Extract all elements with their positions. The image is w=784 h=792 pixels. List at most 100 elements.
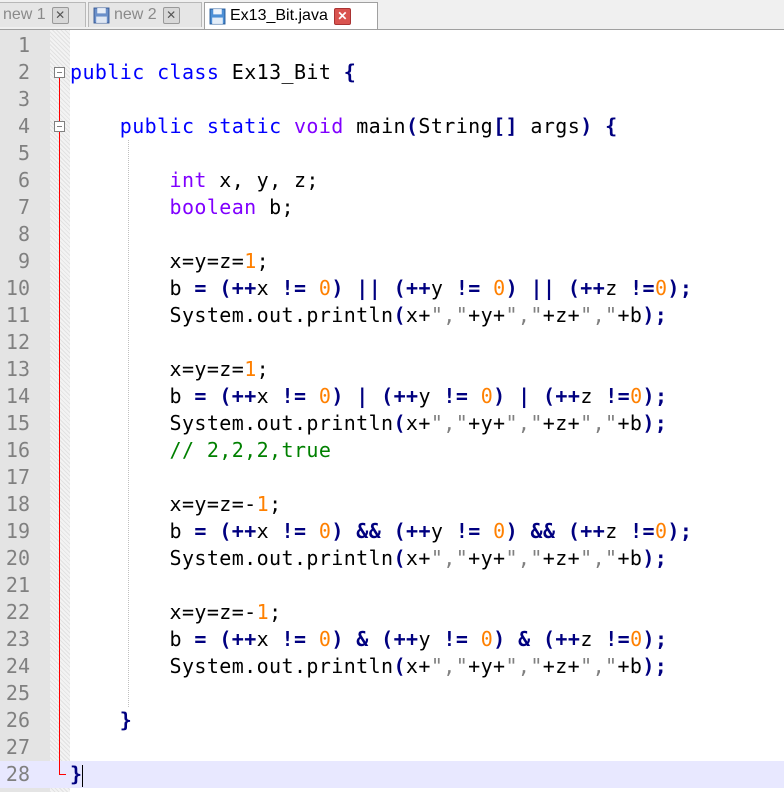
code-token: public (119, 114, 195, 138)
code-line[interactable]: 16 // 2,2,2,true (0, 437, 784, 464)
code-text: } (70, 761, 84, 788)
code-token: = (194, 627, 207, 651)
code-token: 0 (493, 519, 506, 543)
code-token: y (430, 276, 456, 300)
code-line[interactable]: 7 boolean b; (0, 194, 784, 221)
code-token: ) (493, 384, 506, 408)
code-token: +b (617, 411, 643, 435)
tab-label: new 2 (114, 6, 157, 23)
code-line[interactable]: 27 (0, 734, 784, 761)
code-line[interactable]: 11 System.out.println(x+","+y+","+z+","+… (0, 302, 784, 329)
code-line[interactable]: 6 int x, y, z; (0, 167, 784, 194)
code-token: "," (430, 411, 469, 435)
code-token: ) (493, 627, 506, 651)
code-line[interactable]: 2 public class Ex13_Bit { (0, 59, 784, 86)
line-number: 2 (17, 60, 30, 84)
line-number: 25 (5, 681, 30, 705)
code-token: y (430, 519, 456, 543)
code-token: != (455, 276, 481, 300)
code-token: 0 (480, 627, 494, 651)
code-line[interactable]: 18 x=y=z=-1; (0, 491, 784, 518)
code-line[interactable]: 21 (0, 572, 784, 599)
code-token: != (443, 627, 469, 651)
code-line[interactable]: 14 b = (++x != 0) | (++y != 0) | (++z !=… (0, 383, 784, 410)
code-token: = (194, 276, 207, 300)
close-icon[interactable]: ✕ (51, 6, 69, 24)
code-line[interactable]: 12 (0, 329, 784, 356)
tab-bar: new 1 ✕ new 2 ✕ Ex13_Bit.java ✕ (0, 0, 784, 30)
code-token: +y+ (468, 654, 506, 678)
line-number: 15 (5, 411, 30, 435)
code-token: b; (256, 195, 294, 219)
code-text: x=y=z=-1; (70, 599, 282, 626)
code-line[interactable]: 20 System.out.println(x+","+y+","+z+","+… (0, 545, 784, 572)
code-text: b = (++x != 0) & (++y != 0) & (++z !=0); (70, 626, 668, 653)
code-line[interactable]: 5 (0, 140, 784, 167)
code-text: System.out.println(x+","+y+","+z+","+b); (70, 410, 667, 437)
code-token: 0 (630, 384, 643, 408)
code-token: class (157, 60, 220, 84)
code-line[interactable]: 1 (0, 32, 784, 59)
tab-new-1[interactable]: new 1 ✕ (0, 2, 86, 27)
code-line[interactable]: 10 b = (++x != 0) || (++y != 0) || (++z … (0, 275, 784, 302)
code-line[interactable]: 4 public static void main(String[] args)… (0, 113, 784, 140)
code-line[interactable]: 19 b = (++x != 0) && (++y != 0) && (++z … (0, 518, 784, 545)
tab-label: new 1 (3, 6, 46, 23)
code-line[interactable]: 22 x=y=z=-1; (0, 599, 784, 626)
code-token: 1 (244, 249, 257, 273)
code-token: ; (256, 249, 270, 273)
code-line[interactable]: 25 (0, 680, 784, 707)
code-token: b (70, 276, 195, 300)
code-token: ); (667, 276, 693, 300)
line-number: 3 (17, 87, 30, 111)
code-token: && (530, 519, 556, 543)
code-token: boolean (169, 195, 257, 219)
code-token: String (418, 114, 494, 138)
fold-method-icon[interactable] (54, 121, 65, 132)
line-number: 21 (5, 573, 30, 597)
fold-class-icon[interactable] (54, 67, 65, 78)
code-token: "," (505, 546, 543, 570)
code-token: & (518, 627, 531, 651)
code-line[interactable]: 24 System.out.println(x+","+y+","+z+","+… (0, 653, 784, 680)
line-number: 14 (5, 384, 30, 408)
code-token: } (119, 708, 133, 732)
code-token: (++ (219, 519, 257, 543)
code-line[interactable]: 8 (0, 221, 784, 248)
code-text: int x, y, z; (70, 167, 319, 194)
line-number: 20 (5, 546, 30, 570)
code-token: args (517, 114, 581, 138)
code-token: != (455, 519, 481, 543)
code-token: (++ (219, 276, 257, 300)
tab-new-2[interactable]: new 2 ✕ (88, 2, 202, 27)
code-token: x+ (405, 411, 431, 435)
code-token: "," (580, 411, 618, 435)
code-token: ); (642, 303, 668, 327)
code-token: +z+ (542, 411, 581, 435)
code-line[interactable]: 26 } (0, 707, 784, 734)
code-line[interactable]: 3 (0, 86, 784, 113)
code-token: x+ (405, 654, 431, 678)
code-token: (++ (381, 627, 419, 651)
code-line[interactable]: 17 (0, 464, 784, 491)
code-text: boolean b; (70, 194, 294, 221)
code-token: +b (617, 654, 643, 678)
code-line[interactable]: 28} (0, 761, 784, 788)
line-number: 13 (5, 357, 30, 381)
code-token: 0 (493, 276, 506, 300)
code-line[interactable]: 13 x=y=z=1; (0, 356, 784, 383)
code-line[interactable]: 23 b = (++x != 0) & (++y != 0) & (++z !=… (0, 626, 784, 653)
tab-ex13-bit-java[interactable]: Ex13_Bit.java ✕ (204, 2, 378, 29)
code-line[interactable]: 15 System.out.println(x+","+y+","+z+","+… (0, 410, 784, 437)
close-icon[interactable]: ✕ (333, 7, 351, 25)
close-icon[interactable]: ✕ (162, 6, 180, 24)
code-line[interactable]: 9 x=y=z=1; (0, 248, 784, 275)
code-editor[interactable]: 1 2 public class Ex13_Bit {3 4 public stati… (0, 30, 784, 792)
